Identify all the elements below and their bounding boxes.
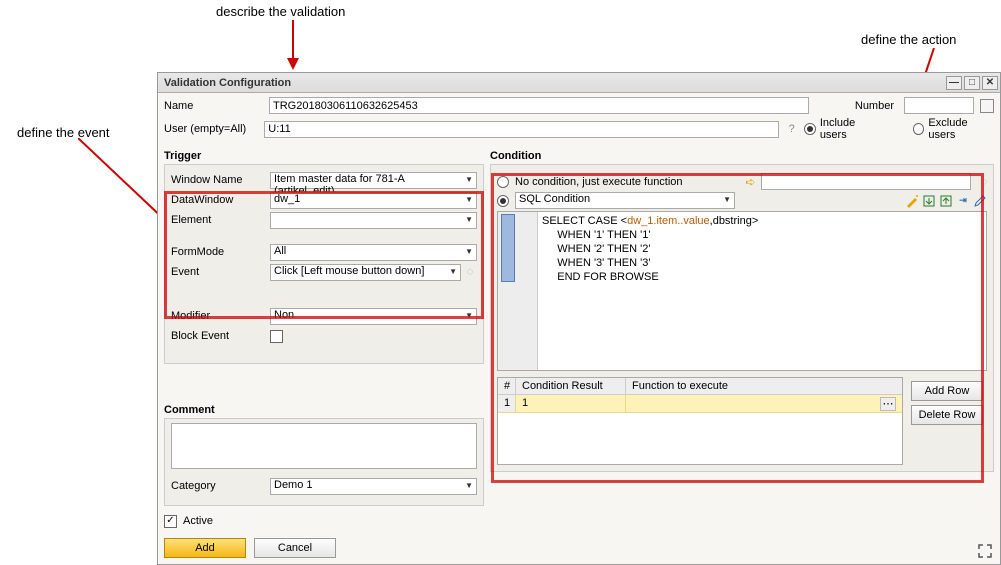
active-label: Active: [183, 515, 213, 527]
name-input[interactable]: [269, 97, 809, 114]
comment-fieldset: Category Demo 1: [164, 418, 484, 506]
window-name-combo[interactable]: Item master data for 781-A (artikel_edit…: [270, 172, 477, 189]
function-table-header: # Condition Result Function to execute: [498, 378, 902, 395]
sql-editor[interactable]: SELECT CASE <dw_1.item..value,dbstring> …: [497, 211, 987, 371]
element-combo[interactable]: [270, 212, 477, 229]
active-checkbox[interactable]: [164, 515, 177, 528]
include-users-radio[interactable]: Include users: [804, 117, 882, 141]
number-label: Number: [855, 100, 894, 112]
sql-condition-combo[interactable]: SQL Condition: [515, 192, 735, 209]
magic-wand-icon[interactable]: [905, 194, 919, 208]
no-condition-function-input[interactable]: [761, 173, 971, 190]
exclude-users-radio[interactable]: Exclude users: [913, 117, 994, 141]
user-input[interactable]: [264, 121, 779, 138]
number-input[interactable]: [904, 97, 974, 114]
goto-function-icon[interactable]: ➪: [745, 175, 755, 189]
col-condresult-header: Condition Result: [516, 378, 626, 394]
add-button[interactable]: Add: [164, 538, 246, 558]
col-func-header: Function to execute: [626, 378, 902, 394]
function-table: # Condition Result Function to execute 1…: [497, 377, 903, 465]
no-condition-radio[interactable]: [497, 176, 509, 188]
formmode-label: FormMode: [171, 246, 270, 258]
dialog-title: Validation Configuration: [164, 77, 291, 89]
exclude-users-label: Exclude users: [928, 117, 994, 141]
row-func-browse-icon[interactable]: ⋯: [880, 397, 896, 411]
number-options-icon[interactable]: [980, 99, 994, 113]
datawindow-combo[interactable]: dw_1: [270, 192, 477, 209]
maximize-button[interactable]: □: [964, 76, 980, 90]
sql-condition-radio[interactable]: [497, 195, 509, 207]
event-label: Event: [171, 266, 270, 278]
event-value: Click [Left mouse button down]: [274, 265, 424, 277]
annotation-action: define the action: [861, 32, 956, 47]
comment-textarea[interactable]: [171, 423, 477, 469]
block-event-label: Block Event: [171, 330, 270, 342]
edit-pencil-icon[interactable]: [973, 194, 987, 208]
element-label: Element: [171, 214, 270, 226]
condition-title: Condition: [490, 150, 994, 162]
row-num: 1: [498, 395, 516, 412]
row-func[interactable]: ⋯: [626, 395, 902, 412]
category-combo[interactable]: Demo 1: [270, 478, 477, 495]
expand-icon[interactable]: [978, 544, 992, 558]
formmode-value: All: [274, 245, 286, 257]
trigger-fieldset: Window Name Item master data for 781-A (…: [164, 164, 484, 364]
event-info-icon[interactable]: ◌: [463, 266, 477, 278]
name-label: Name: [164, 100, 263, 112]
col-num-header: #: [498, 378, 516, 394]
comment-title: Comment: [164, 404, 484, 416]
sql-condition-value: SQL Condition: [519, 193, 590, 205]
event-combo[interactable]: Click [Left mouse button down]: [270, 264, 461, 281]
table-row[interactable]: 1 1 ⋯: [498, 395, 902, 413]
include-users-label: Include users: [820, 117, 882, 141]
titlebar: Validation Configuration — □ ✕: [158, 73, 1000, 93]
modifier-label: Modifier: [171, 310, 270, 322]
add-row-button[interactable]: Add Row: [911, 381, 983, 401]
dialog-validation-config: Validation Configuration — □ ✕ Name Numb…: [157, 72, 1001, 565]
user-lookup-icon[interactable]: ?: [785, 123, 798, 135]
formmode-combo[interactable]: All: [270, 244, 477, 261]
datawindow-value: dw_1: [274, 193, 300, 205]
condition-fieldset: No condition, just execute function ➪ ◌ …: [490, 164, 994, 472]
no-condition-label: No condition, just execute function: [515, 176, 683, 188]
modifier-value: Non: [274, 309, 294, 321]
user-label: User (empty=All): [164, 123, 258, 135]
delete-row-button[interactable]: Delete Row: [911, 405, 983, 425]
datawindow-label: DataWindow: [171, 194, 270, 206]
trigger-title: Trigger: [164, 150, 484, 162]
sql-gutter: [498, 212, 538, 370]
category-value: Demo 1: [274, 479, 313, 491]
cancel-button[interactable]: Cancel: [254, 538, 336, 558]
category-label: Category: [171, 480, 270, 492]
html-icon[interactable]: ⇥: [956, 194, 970, 208]
window-name-label: Window Name: [171, 174, 270, 186]
annotation-describe: describe the validation: [216, 4, 345, 19]
arrow-down-describe: [283, 20, 303, 70]
minimize-button[interactable]: —: [946, 76, 962, 90]
modifier-combo[interactable]: Non: [270, 308, 477, 325]
block-event-checkbox[interactable]: [270, 330, 283, 343]
no-condition-info-icon[interactable]: ◌: [980, 176, 987, 188]
sql-text[interactable]: SELECT CASE <dw_1.item..value,dbstring> …: [538, 212, 762, 370]
close-button[interactable]: ✕: [982, 76, 998, 90]
row-condresult[interactable]: 1: [516, 395, 626, 412]
export-icon[interactable]: [939, 194, 953, 208]
import-icon[interactable]: [922, 194, 936, 208]
